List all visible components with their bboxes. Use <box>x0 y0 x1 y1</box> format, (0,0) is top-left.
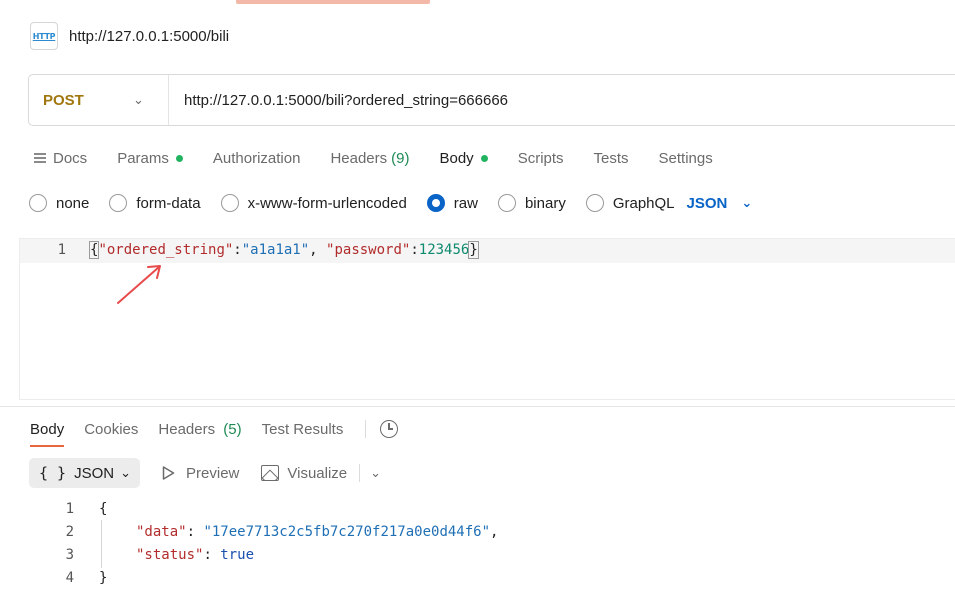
code-line: 3 "status": true <box>65 547 255 563</box>
radio-urlencoded[interactable]: x-www-form-urlencoded <box>220 194 407 212</box>
separator <box>359 464 361 482</box>
visualize-button[interactable]: Visualize <box>261 465 347 482</box>
radio-graphql[interactable]: GraphQL <box>585 194 675 212</box>
tab-authorization[interactable]: Authorization <box>213 150 301 167</box>
annotation-arrow <box>117 265 161 304</box>
tab-params[interactable]: Params <box>117 150 183 167</box>
code-line: 1 { <box>65 501 108 517</box>
play-icon <box>162 466 175 480</box>
radio-circle[interactable] <box>29 194 47 212</box>
tab-body[interactable]: Body <box>439 150 488 167</box>
braces-icon: { } <box>39 464 67 482</box>
preview-button[interactable]: Preview <box>162 465 239 482</box>
request-title-row: HTTP http://127.0.0.1:5000/bili <box>30 20 229 52</box>
headers-count: (9) <box>391 149 410 167</box>
status-dot <box>175 154 183 162</box>
tab-docs[interactable]: Docs <box>34 150 87 167</box>
request-body-code[interactable]: {"ordered_string":"a1a1a1", "password":1… <box>88 241 479 259</box>
code-line: 2 "data": "17ee7713c2c5fb7c270f217a0e0d4… <box>65 524 499 540</box>
image-icon <box>261 465 280 481</box>
radio-circle[interactable] <box>497 194 516 212</box>
tab-response-body[interactable]: Body <box>30 421 65 447</box>
docs-icon <box>34 153 46 163</box>
chevron-down-icon: ⌄ <box>741 195 753 210</box>
raw-format-select[interactable]: JSON ⌄ <box>687 195 753 212</box>
response-body-viewer[interactable]: 1 { 2 "data": "17ee7713c2c5fb7c270f217a0… <box>0 498 955 598</box>
response-format-select[interactable]: { } JSON ⌄ <box>29 458 141 488</box>
response-headers-count: (5) <box>223 420 242 438</box>
tab-tests[interactable]: Tests <box>594 150 629 167</box>
status-dot <box>480 154 488 162</box>
tab-scripts[interactable]: Scripts <box>518 150 564 167</box>
tab-headers[interactable]: Headers (9) <box>330 150 409 167</box>
radio-none[interactable]: none <box>29 194 89 212</box>
chevron-down-icon: ⌄ <box>120 465 132 480</box>
indent-guide <box>101 520 102 568</box>
tab-settings[interactable]: Settings <box>659 150 713 167</box>
radio-binary[interactable]: binary <box>497 194 566 212</box>
url-input[interactable]: http://127.0.0.1:5000/bili?ordered_strin… <box>184 92 508 109</box>
line-number: 1 <box>57 242 66 258</box>
radio-circle[interactable] <box>585 194 604 212</box>
method-label: POST <box>43 91 84 109</box>
response-tabs: Body Cookies Headers (5) Test Results <box>30 417 399 447</box>
tab-test-results[interactable]: Test Results <box>262 421 344 438</box>
tab-response-headers[interactable]: Headers (5) <box>158 421 241 438</box>
code-line: 4 } <box>65 570 108 586</box>
method-select[interactable]: POST ⌄ <box>29 75 169 125</box>
url-bar: POST ⌄ http://127.0.0.1:5000/bili?ordere… <box>28 74 955 126</box>
active-tab-indicator <box>236 0 430 4</box>
body-type-options: none form-data x-www-form-urlencoded raw… <box>29 192 752 214</box>
radio-raw[interactable]: raw <box>426 194 478 212</box>
radio-form-data[interactable]: form-data <box>109 194 201 212</box>
request-title[interactable]: http://127.0.0.1:5000/bili <box>69 28 229 45</box>
radio-circle[interactable] <box>220 194 239 212</box>
chevron-down-icon: ⌄ <box>133 92 144 107</box>
chevron-down-icon[interactable]: ⌄ <box>370 465 381 481</box>
http-badge-icon: HTTP <box>30 22 58 50</box>
separator <box>365 420 367 438</box>
radio-circle[interactable] <box>109 194 128 212</box>
response-toolbar: { } JSON ⌄ Preview Visualize ⌄ <box>29 458 381 488</box>
history-icon[interactable] <box>380 420 399 438</box>
tab-cookies[interactable]: Cookies <box>84 421 138 438</box>
radio-circle-selected[interactable] <box>426 194 445 212</box>
request-tabs: Docs Params Authorization Headers (9) Bod… <box>34 146 743 170</box>
pane-divider[interactable] <box>0 406 955 407</box>
